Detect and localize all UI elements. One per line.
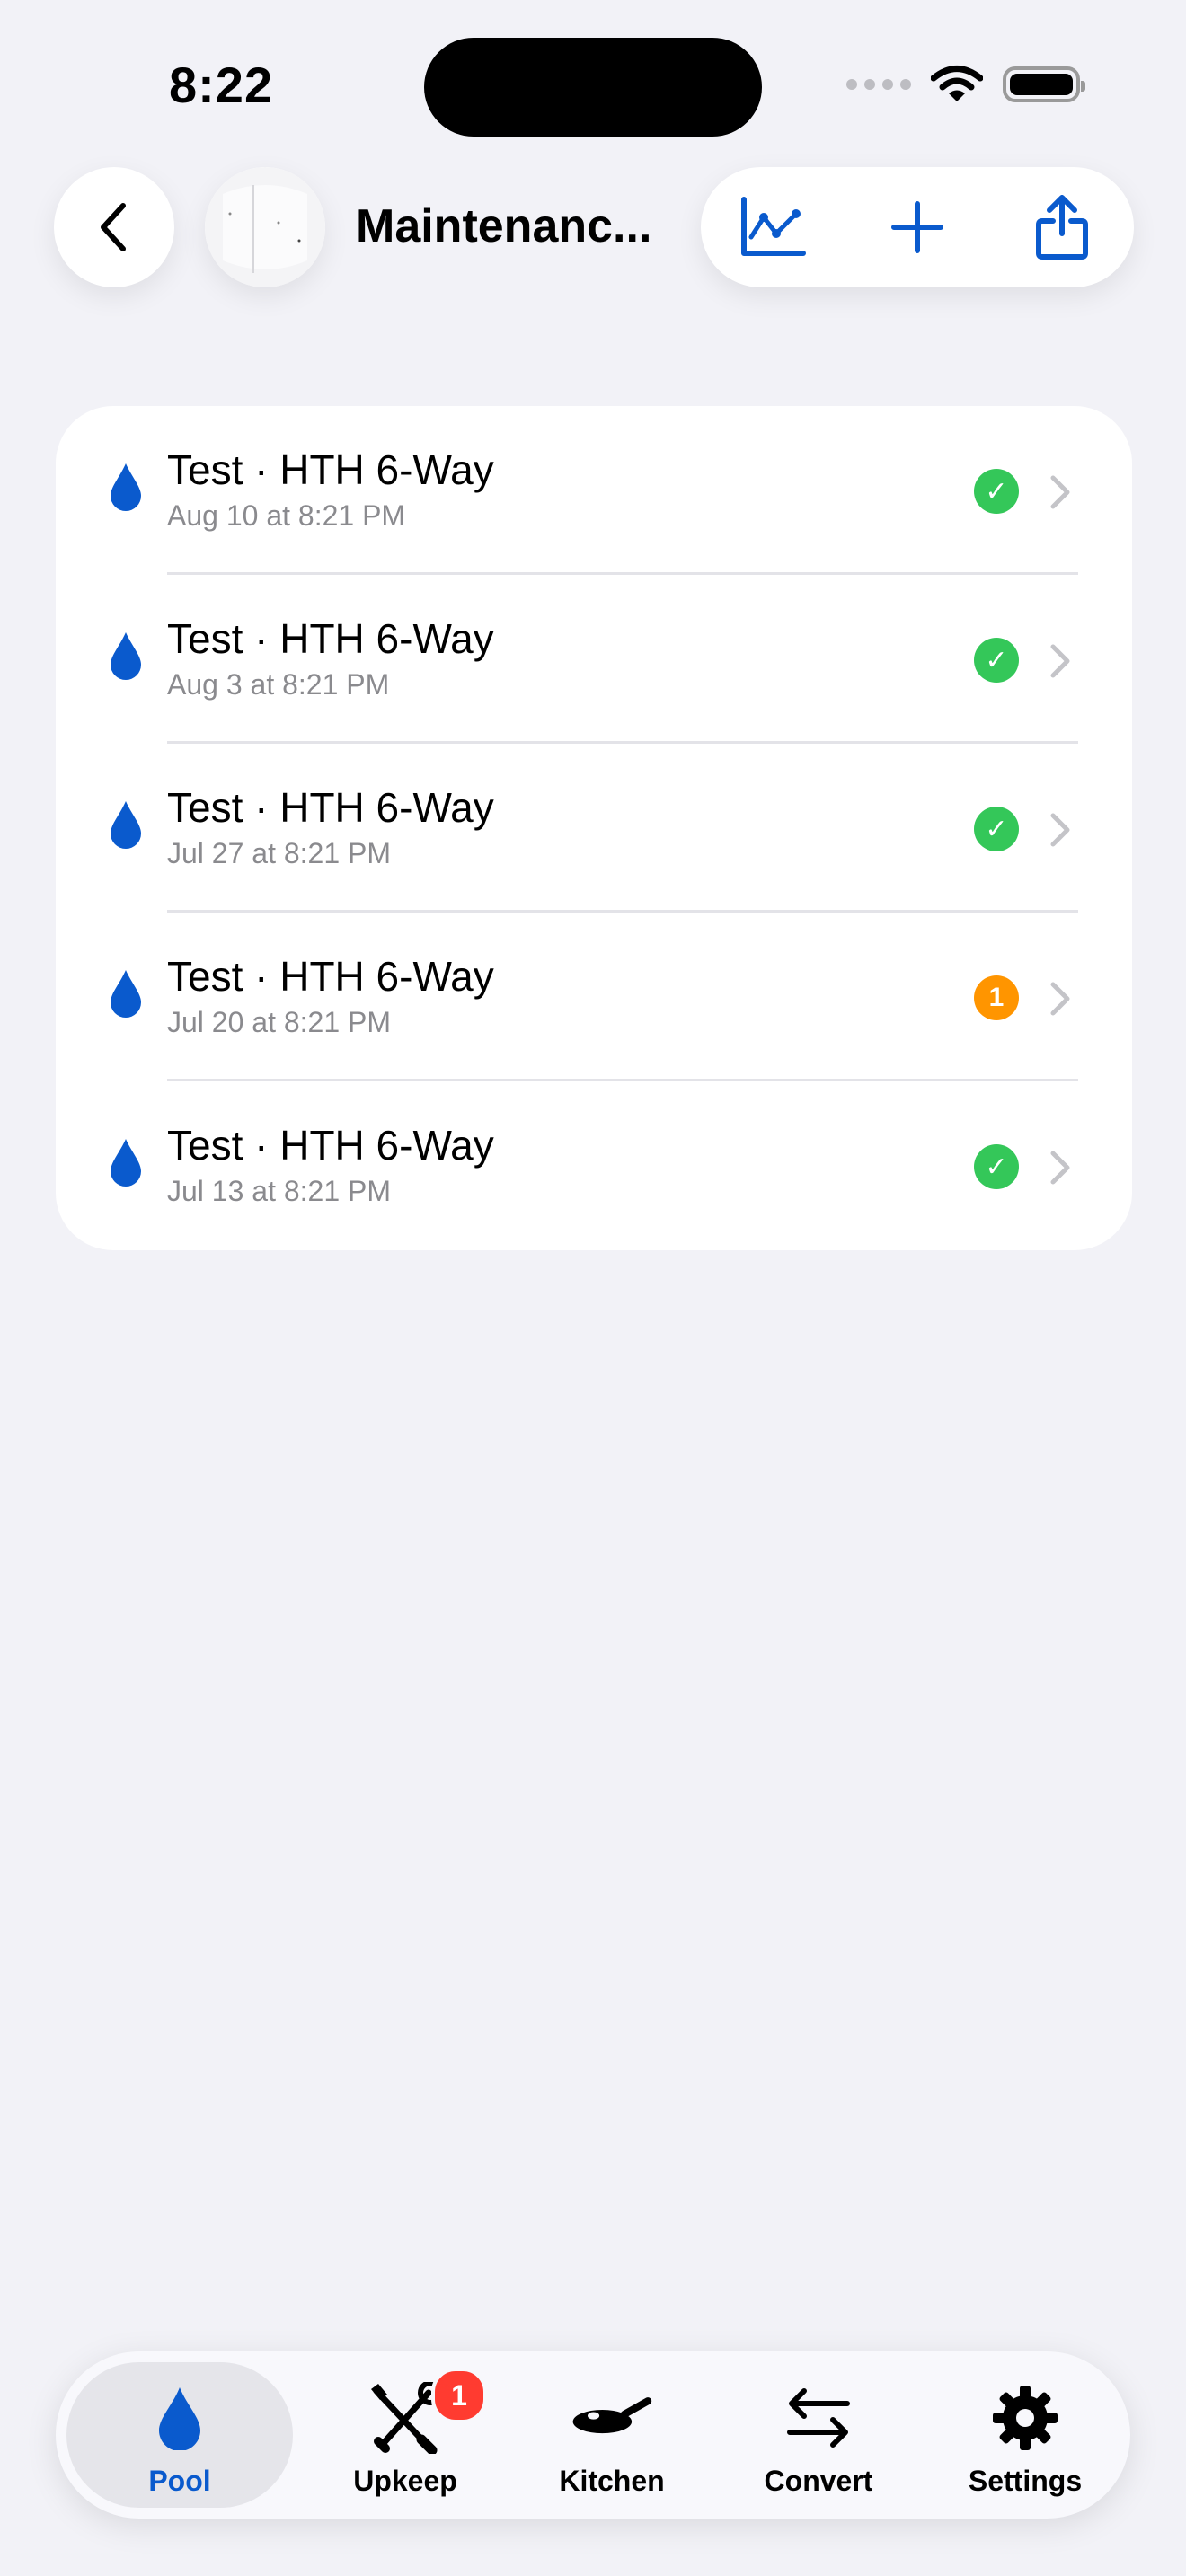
chevron-right-icon bbox=[1050, 644, 1070, 678]
pool-photo-icon bbox=[205, 167, 325, 287]
water-drop-icon bbox=[111, 970, 141, 1018]
toolbar-actions bbox=[701, 167, 1134, 287]
tab-label: Upkeep bbox=[353, 2465, 457, 2497]
line-chart-icon bbox=[741, 197, 807, 256]
tab-pool[interactable]: Pool bbox=[66, 2362, 293, 2508]
status-icons bbox=[846, 65, 1085, 104]
entry-title: Test · HTH 6-Way bbox=[167, 615, 494, 662]
page-title: Maintenanc... bbox=[356, 200, 652, 252]
chevron-left-icon bbox=[101, 203, 126, 251]
water-drop-icon bbox=[111, 632, 141, 680]
status-ok-icon: ✓ bbox=[974, 469, 1019, 514]
entry-title: Test · HTH 6-Way bbox=[167, 784, 494, 831]
tab-label: Settings bbox=[968, 2465, 1083, 2497]
tab-label: Convert bbox=[764, 2465, 873, 2497]
status-ok-icon: ✓ bbox=[974, 638, 1019, 683]
list-item[interactable]: Test · HTH 6-Way Jul 20 at 8:21 PM 1 bbox=[56, 913, 1132, 1081]
list-item[interactable]: Test · HTH 6-Way Aug 10 at 8:21 PM ✓ bbox=[56, 406, 1132, 575]
navigation-bar: Maintenanc... bbox=[0, 163, 1186, 289]
tab-convert[interactable]: Convert bbox=[713, 2362, 924, 2508]
status-warning-badge: 1 bbox=[974, 975, 1019, 1020]
gear-icon bbox=[985, 2382, 1066, 2454]
plus-icon bbox=[890, 201, 943, 253]
entry-date: Aug 10 at 8:21 PM bbox=[167, 499, 406, 532]
pan-icon bbox=[571, 2382, 652, 2454]
dynamic-island bbox=[424, 38, 762, 137]
tab-bar: Pool 1 Upkeep Kitchen Convert Settings bbox=[56, 2351, 1130, 2519]
water-drop-icon bbox=[111, 463, 141, 511]
list-item[interactable]: Test · HTH 6-Way Aug 3 at 8:21 PM ✓ bbox=[56, 575, 1132, 744]
chevron-right-icon bbox=[1050, 1151, 1070, 1185]
wifi-icon bbox=[931, 66, 983, 101]
tab-label: Pool bbox=[148, 2465, 211, 2497]
entry-date: Jul 13 at 8:21 PM bbox=[167, 1175, 392, 1207]
chevron-right-icon bbox=[1050, 475, 1070, 509]
maintenance-list: Test · HTH 6-Way Aug 10 at 8:21 PM ✓ Tes… bbox=[56, 406, 1132, 1250]
status-ok-icon: ✓ bbox=[974, 1144, 1019, 1189]
pool-avatar[interactable] bbox=[205, 167, 325, 287]
list-item[interactable]: Test · HTH 6-Way Jul 13 at 8:21 PM ✓ bbox=[56, 1081, 1132, 1250]
chart-button[interactable] bbox=[728, 182, 818, 272]
share-icon bbox=[1035, 195, 1088, 260]
status-ok-icon: ✓ bbox=[974, 807, 1019, 851]
drop-icon bbox=[139, 2382, 220, 2454]
notification-badge: 1 bbox=[431, 2368, 487, 2423]
back-button[interactable] bbox=[54, 167, 174, 287]
water-drop-icon bbox=[111, 801, 141, 849]
status-bar: 8:22 bbox=[0, 0, 1186, 162]
battery-icon bbox=[1003, 66, 1085, 102]
tab-upkeep[interactable]: 1 Upkeep bbox=[300, 2362, 510, 2508]
entry-title: Test · HTH 6-Way bbox=[167, 1122, 494, 1169]
status-time: 8:22 bbox=[169, 57, 274, 113]
chevron-right-icon bbox=[1050, 813, 1070, 847]
entry-date: Jul 27 at 8:21 PM bbox=[167, 837, 392, 869]
entry-title: Test · HTH 6-Way bbox=[167, 446, 494, 493]
cellular-signal-icon bbox=[846, 79, 911, 90]
list-item[interactable]: Test · HTH 6-Way Jul 27 at 8:21 PM ✓ bbox=[56, 744, 1132, 913]
add-button[interactable] bbox=[872, 182, 962, 272]
water-drop-icon bbox=[111, 1139, 141, 1187]
entry-date: Jul 20 at 8:21 PM bbox=[167, 1006, 392, 1038]
entry-date: Aug 3 at 8:21 PM bbox=[167, 668, 390, 701]
entry-title: Test · HTH 6-Way bbox=[167, 953, 494, 1000]
tab-settings[interactable]: Settings bbox=[920, 2362, 1130, 2508]
share-button[interactable] bbox=[1017, 182, 1107, 272]
tab-kitchen[interactable]: Kitchen bbox=[507, 2362, 717, 2508]
chevron-right-icon bbox=[1050, 982, 1070, 1016]
tab-label: Kitchen bbox=[559, 2465, 665, 2497]
arrows-icon bbox=[778, 2382, 859, 2454]
